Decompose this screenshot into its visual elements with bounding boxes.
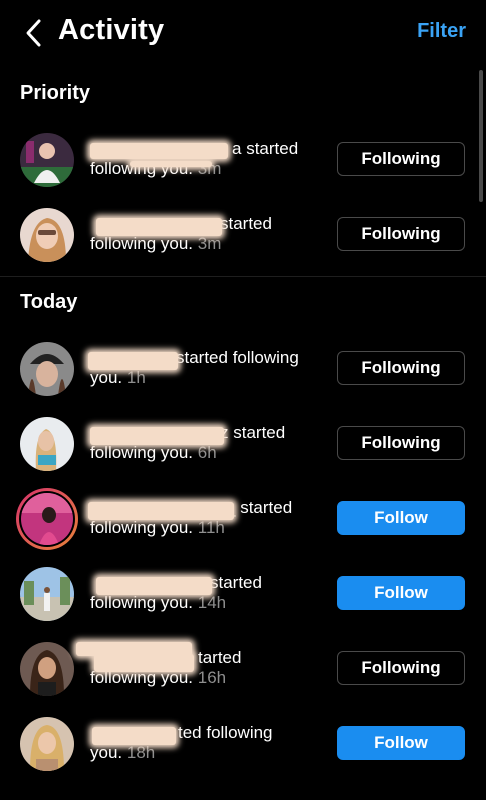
list-item[interactable]: ted following you. 18h Follow bbox=[0, 709, 486, 779]
timestamp: 1h bbox=[126, 368, 146, 387]
notification-text: started following you. 1h bbox=[88, 348, 299, 387]
redacted-username bbox=[96, 577, 212, 595]
following-button[interactable]: Following bbox=[337, 217, 465, 251]
redacted-username bbox=[90, 427, 224, 445]
notification-text: _ started following you. 11h bbox=[88, 498, 293, 537]
notification-text: tarted following you. 16h bbox=[76, 642, 322, 688]
list-item[interactable]: started following you. 1h Following bbox=[0, 334, 486, 404]
avatar[interactable] bbox=[20, 208, 74, 262]
following-button[interactable]: Following bbox=[337, 142, 465, 176]
timestamp: 16h bbox=[197, 668, 227, 687]
page-title: Activity bbox=[58, 14, 165, 46]
follow-button[interactable]: Follow bbox=[337, 726, 465, 760]
following-button[interactable]: Following bbox=[337, 651, 465, 685]
notification-text: started following you. 14h bbox=[90, 573, 262, 612]
redacted-username bbox=[88, 352, 178, 370]
back-button[interactable] bbox=[22, 18, 48, 48]
redacted-username bbox=[88, 502, 234, 520]
redacted-username bbox=[96, 218, 222, 236]
avatar[interactable] bbox=[20, 342, 74, 396]
section-title-today: Today bbox=[20, 291, 78, 313]
list-item[interactable]: a started following you. 3m Following bbox=[0, 125, 486, 195]
timestamp: 6h bbox=[197, 443, 217, 462]
redacted-username bbox=[90, 143, 228, 159]
filter-button[interactable]: Filter bbox=[417, 20, 466, 43]
follow-button[interactable]: Follow bbox=[337, 501, 465, 535]
timestamp: 18h bbox=[126, 743, 156, 762]
header: Activity Filter bbox=[0, 0, 486, 66]
avatar[interactable] bbox=[20, 717, 74, 771]
list-item[interactable]: tarted following you. 16h Following bbox=[0, 634, 486, 704]
list-item[interactable]: z started following you. 6h Following bbox=[0, 409, 486, 479]
following-button[interactable]: Following bbox=[337, 426, 465, 460]
avatar-story-ring[interactable] bbox=[16, 488, 78, 550]
notification-text: a started following you. 3m bbox=[90, 139, 299, 178]
list-item[interactable]: started following you. 14h Follow bbox=[0, 559, 486, 629]
section-title-priority: Priority bbox=[20, 82, 91, 104]
timestamp: 11h bbox=[197, 518, 225, 537]
list-item[interactable]: _ started following you. 11h Follow bbox=[0, 484, 486, 554]
list-item[interactable]: started following you. 3m Following bbox=[0, 200, 486, 270]
divider bbox=[0, 276, 486, 277]
avatar[interactable] bbox=[20, 567, 74, 621]
avatar[interactable] bbox=[20, 133, 74, 187]
notification-text: started following you. 3m bbox=[90, 214, 272, 253]
notification-text: ted following you. 18h bbox=[90, 723, 273, 762]
avatar[interactable] bbox=[20, 417, 74, 471]
timestamp: 3m bbox=[197, 234, 222, 253]
avatar[interactable] bbox=[20, 642, 74, 696]
following-button[interactable]: Following bbox=[337, 351, 465, 385]
chevron-left-icon bbox=[26, 19, 41, 47]
notification-text: z started following you. 6h bbox=[90, 423, 286, 462]
redacted-username bbox=[92, 727, 176, 745]
timestamp: 14h bbox=[197, 593, 227, 612]
follow-button[interactable]: Follow bbox=[337, 576, 465, 610]
